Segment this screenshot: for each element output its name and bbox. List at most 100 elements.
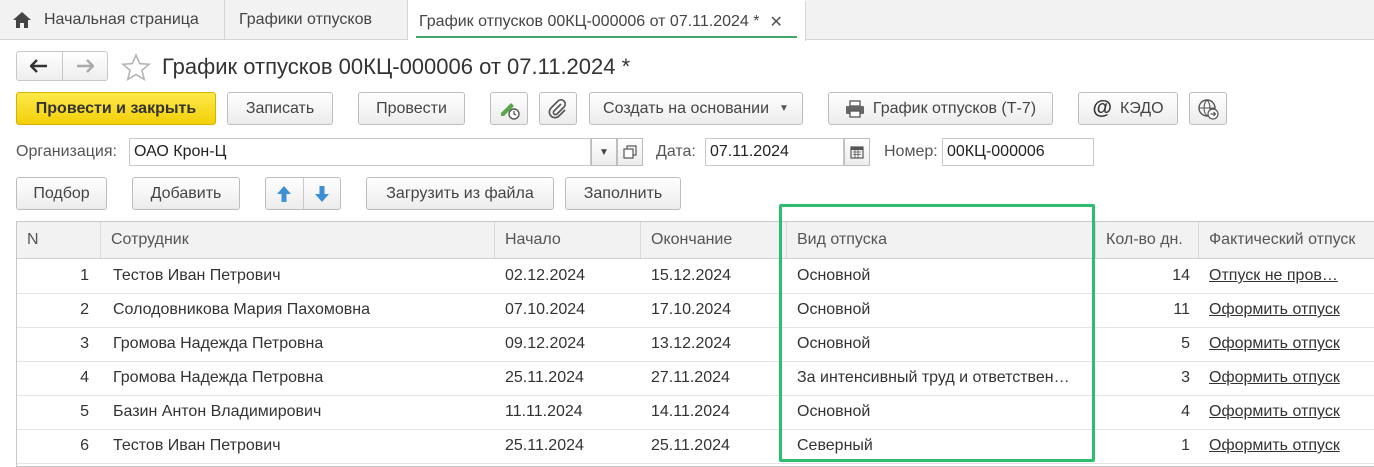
cell-employee: Громова Надежда Петровна [113, 369, 324, 386]
cell-n: 2 [80, 301, 89, 318]
cell-employee: Громова Надежда Петровна [113, 335, 324, 352]
table-row[interactable]: 6 Тестов Иван Петрович 25.11.2024 25.11.202… [17, 429, 1374, 464]
cell-vacation-type: Основной [797, 267, 871, 284]
cell-vacation-type: Северный [797, 437, 873, 454]
cell-start: 25.11.2024 [505, 437, 584, 454]
globe-arrow-icon [1198, 98, 1219, 120]
dropdown-arrow-icon: ▼ [599, 146, 609, 158]
vacation-table: N Сотрудник Начало Окончание Вид отпуска… [16, 221, 1374, 467]
dropdown-arrow-icon: ▼ [779, 103, 789, 114]
table-row[interactable]: 2 Солодовникова Мария Пахомовна 07.10.2024… [17, 293, 1374, 328]
calendar-icon [850, 146, 864, 159]
cell-end: 15.12.2024 [651, 267, 732, 284]
cell-end: 27.11.2024 [651, 369, 730, 386]
create-based-on-button[interactable]: Создать на основании ▼ [589, 92, 803, 125]
web-service-button[interactable] [1189, 92, 1227, 125]
cell-employee: Базин Антон Владимирович [113, 403, 322, 420]
back-button[interactable] [17, 52, 63, 80]
page-title: График отпусков 00КЦ-000006 от 07.11.202… [162, 54, 631, 79]
column-header-days[interactable]: Кол-во дн. [1096, 222, 1199, 258]
cell-days: 11 [1173, 301, 1190, 318]
column-header-start[interactable]: Начало [495, 222, 641, 258]
cell-actual-vacation[interactable]: Отпуск не пров… [1209, 259, 1374, 293]
cell-employee: Тестов Иван Петрович [113, 267, 281, 284]
forward-button[interactable] [63, 52, 108, 80]
move-up-button[interactable] [266, 178, 304, 209]
cell-days: 14 [1172, 267, 1190, 284]
close-icon[interactable]: ✕ [770, 12, 783, 32]
cell-n: 3 [80, 335, 89, 352]
tab-home-label: Начальная страница [44, 11, 199, 28]
tab-vacation-schedules[interactable]: Графики отпусков [225, 0, 408, 40]
column-header-end[interactable]: Окончание [641, 222, 787, 258]
arrow-down-icon [314, 185, 329, 202]
cell-n: 4 [80, 369, 89, 386]
cell-end: 17.10.2024 [651, 301, 732, 318]
date-label: Дата: [656, 143, 696, 160]
pencil-clock-icon [501, 102, 520, 120]
cell-vacation-type: Основной [797, 403, 871, 420]
cell-actual-vacation[interactable]: Оформить отпуск [1209, 293, 1374, 327]
cell-start: 07.10.2024 [505, 301, 586, 318]
arrow-right-icon [76, 59, 94, 73]
favorite-star-icon[interactable] [120, 52, 152, 82]
column-header-employee[interactable]: Сотрудник [101, 222, 495, 258]
organization-open-button[interactable] [617, 138, 643, 166]
edit-history-button[interactable] [490, 92, 528, 125]
organization-label: Организация: [16, 143, 117, 160]
attach-button[interactable] [539, 92, 577, 125]
date-field[interactable]: 07.11.2024 [705, 138, 844, 166]
table-header: N Сотрудник Начало Окончание Вид отпуска… [17, 222, 1374, 259]
load-from-file-button[interactable]: Загрузить из файла [366, 177, 554, 210]
column-header-n[interactable]: N [17, 222, 101, 258]
printer-icon [845, 99, 864, 118]
cell-actual-vacation[interactable]: Оформить отпуск [1209, 395, 1374, 429]
column-header-vacation-type[interactable]: Вид отпуска [787, 222, 1096, 258]
organization-field[interactable]: ОАО Крон-Ц [129, 138, 591, 166]
number-label: Номер: [884, 143, 938, 160]
table-row[interactable]: 3 Громова Надежда Петровна 09.12.2024 13.12… [17, 327, 1374, 362]
print-t7-button[interactable]: График отпусков (Т-7) [828, 92, 1053, 125]
add-button[interactable]: Добавить [132, 177, 240, 210]
table-row[interactable]: 1 Тестов Иван Петрович 02.12.2024 15.12.202… [17, 259, 1374, 294]
tab-bar: Начальная страница Графики отпусков Граф… [0, 0, 1374, 41]
arrow-left-icon [30, 59, 48, 73]
cell-actual-vacation[interactable]: Оформить отпуск [1209, 327, 1374, 361]
kedo-label: КЭДО [1119, 99, 1164, 117]
cell-end: 25.11.2024 [651, 437, 730, 454]
cell-start: 09.12.2024 [505, 335, 586, 352]
tab-vacation-schedules-label: Графики отпусков [239, 11, 372, 28]
fill-button[interactable]: Заполнить [565, 177, 681, 210]
calendar-button[interactable] [844, 138, 870, 166]
table-row[interactable]: 5 Базин Антон Владимирович 11.11.2024 14.11… [17, 395, 1374, 430]
tab-current-document[interactable]: График отпусков 00КЦ-000006 от 07.11.202… [408, 0, 806, 41]
print-t7-label: График отпусков (Т-7) [872, 99, 1037, 117]
post-and-close-button[interactable]: Провести и закрыть [16, 92, 216, 125]
create-based-on-label: Создать на основании [603, 99, 770, 117]
organization-dropdown-button[interactable]: ▼ [591, 138, 617, 166]
cell-days: 3 [1181, 369, 1190, 386]
save-button[interactable]: Записать [227, 92, 333, 125]
cell-end: 13.12.2024 [651, 335, 732, 352]
cell-actual-vacation[interactable]: Оформить отпуск [1209, 429, 1374, 463]
kedo-button[interactable]: @ КЭДО [1078, 92, 1178, 125]
navigation-buttons [16, 51, 108, 81]
tab-home[interactable]: Начальная страница [0, 0, 225, 40]
cell-start: 02.12.2024 [505, 267, 586, 284]
number-field[interactable]: 00КЦ-000006 [942, 138, 1094, 166]
active-tab-indicator [416, 36, 797, 38]
paperclip-icon [548, 98, 567, 118]
pick-button[interactable]: Подбор [16, 177, 107, 210]
cell-n: 1 [80, 267, 89, 284]
table-row[interactable]: 4 Громова Надежда Петровна 25.11.2024 27.11… [17, 361, 1374, 396]
cell-actual-vacation[interactable]: Оформить отпуск [1209, 361, 1374, 395]
cell-vacation-type: За интенсивный труд и ответствен… [797, 369, 1070, 386]
cell-days: 1 [1181, 437, 1190, 454]
cell-vacation-type: Основной [797, 335, 871, 352]
column-header-actual-vacation[interactable]: Фактический отпуск [1199, 222, 1374, 258]
move-buttons [265, 177, 341, 210]
cell-n: 5 [80, 403, 89, 420]
move-down-button[interactable] [304, 178, 341, 209]
cell-employee: Тестов Иван Петрович [113, 437, 281, 454]
post-button[interactable]: Провести [358, 92, 465, 125]
